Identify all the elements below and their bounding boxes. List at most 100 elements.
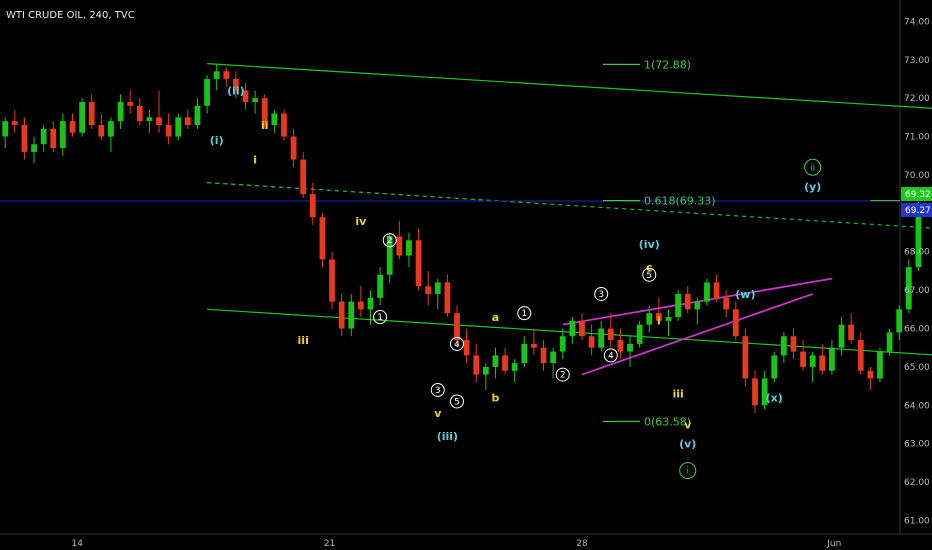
y-axis-tick-label: 66.00: [904, 325, 930, 335]
candle-body: [531, 343, 537, 348]
circled-label-text: 3: [598, 290, 604, 300]
candle-body: [40, 128, 47, 145]
circled-label-text: 4: [608, 351, 614, 361]
candle-body: [819, 355, 826, 371]
candle-body: [579, 320, 585, 337]
candle-body: [415, 240, 422, 287]
candle-body: [454, 313, 460, 341]
candle-body: [550, 351, 557, 364]
candle: [194, 98, 201, 129]
candle: [886, 328, 893, 356]
candle-body: [886, 332, 893, 352]
candle-body: [108, 121, 114, 137]
candle-body: [444, 282, 451, 314]
candle-body: [569, 320, 576, 337]
candle-body: [559, 336, 566, 352]
candle-body: [117, 101, 124, 122]
candle-body: [194, 105, 201, 126]
candle-body: [79, 101, 85, 133]
wave-label: iii: [672, 388, 683, 401]
candle: [406, 232, 412, 268]
candle-body: [732, 309, 739, 337]
candle-body: [665, 316, 672, 321]
wave-label: iii: [298, 334, 309, 347]
candle: [204, 75, 210, 114]
candle-body: [396, 236, 403, 256]
circled-wave-label: 5: [642, 267, 657, 282]
candle: [579, 313, 585, 341]
circled-label-text: 5: [454, 397, 460, 407]
circled-label-text: 4: [454, 340, 460, 350]
candle-body: [800, 351, 806, 367]
candle-body: [607, 328, 614, 341]
candle: [444, 274, 451, 317]
candle-body: [752, 378, 758, 406]
candle-body: [482, 366, 489, 375]
candle: [425, 270, 432, 306]
y-axis-tick-label: 65.00: [904, 363, 930, 373]
candle: [357, 286, 364, 317]
candle: [281, 109, 287, 141]
circled-wave-label: 5: [450, 394, 465, 409]
candle: [98, 113, 105, 141]
candle-body: [540, 347, 547, 364]
wave-label: v: [434, 407, 442, 420]
candle-body: [300, 159, 307, 195]
candle-body: [694, 301, 701, 310]
x-axis-tick-label: Jun: [826, 539, 841, 549]
candle-body: [473, 355, 480, 375]
candle-body: [434, 282, 441, 294]
candle-body: [463, 340, 470, 356]
wave-label: i: [657, 315, 661, 328]
y-axis-tick-label: 72.00: [904, 94, 930, 104]
candle-body: [329, 259, 335, 302]
candle: [665, 309, 672, 337]
chart-container: WTI CRUDE OIL, 240, TVC 1(72.88) 0.618(69…: [0, 0, 932, 550]
candle-body: [867, 370, 874, 379]
candle: [300, 151, 307, 198]
candle-body: [252, 98, 259, 102]
candle: [848, 313, 855, 344]
candle: [829, 340, 835, 375]
circled-wave-label: i: [679, 462, 697, 480]
candle-body: [617, 340, 624, 352]
circled-wave-label: 4: [450, 336, 465, 351]
candle-body: [11, 121, 18, 126]
y-axis-tick-label: 73.00: [904, 56, 930, 66]
candle: [434, 278, 441, 310]
candle-body: [896, 309, 903, 333]
candle: [809, 351, 816, 383]
candle-body: [780, 336, 787, 356]
candle: [136, 98, 143, 126]
candle-body: [809, 355, 816, 367]
candle-body: [627, 343, 633, 352]
candle-body: [636, 324, 643, 344]
channel-lower-line: [207, 308, 932, 356]
candle: [127, 90, 134, 114]
candle: [732, 301, 739, 341]
candle: [213, 63, 220, 91]
candle: [319, 213, 326, 268]
y-axis-tick-label: 68.00: [904, 248, 930, 258]
wave-label: (iv): [639, 238, 660, 251]
candle-body: [136, 105, 143, 122]
circled-label-text: 3: [435, 386, 441, 396]
candle: [877, 347, 883, 383]
candles-layer: [2, 63, 922, 413]
candle: [88, 94, 95, 129]
wave-label: iv: [355, 215, 367, 228]
candle-body: [829, 347, 835, 371]
candle-body: [69, 121, 76, 133]
candle: [502, 347, 508, 375]
fib-level-label: 1(72.88): [644, 58, 691, 71]
candle: [156, 90, 162, 133]
circled-label-text: 1: [521, 309, 527, 319]
candle: [675, 290, 681, 321]
candle: [540, 340, 547, 371]
candle: [694, 297, 701, 325]
candle-body: [338, 301, 345, 329]
candle-body: [2, 121, 9, 137]
candle-body: [675, 293, 681, 317]
candle-body: [848, 324, 855, 341]
y-axis-tick-label: 70.00: [904, 171, 930, 181]
